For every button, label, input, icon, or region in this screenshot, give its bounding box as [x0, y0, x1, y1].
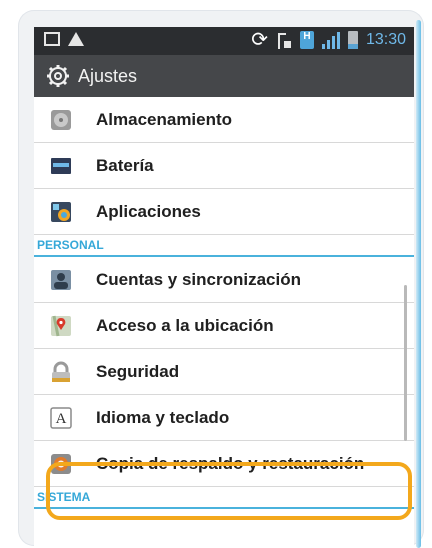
- settings-item-security[interactable]: Seguridad: [34, 349, 414, 395]
- scrollbar[interactable]: [404, 285, 407, 441]
- network-h-icon: H: [299, 31, 314, 49]
- gear-icon: [47, 65, 69, 87]
- phone-signal-icon: [276, 31, 292, 49]
- location-icon: [51, 315, 71, 337]
- screenshot-icon: [44, 32, 60, 46]
- highlight-outline: [46, 462, 412, 520]
- signal-strength-icon: [321, 31, 340, 49]
- settings-item-location[interactable]: Acceso a la ubicación: [34, 303, 414, 349]
- battery-level-icon: [347, 31, 358, 49]
- settings-item-label: Batería: [96, 156, 154, 175]
- action-bar: Ajustes: [34, 55, 414, 97]
- settings-item-accounts[interactable]: Cuentas y sincronización: [34, 257, 414, 303]
- settings-item-language[interactable]: A Idioma y teclado: [34, 395, 414, 441]
- section-label: PERSONAL: [37, 238, 104, 252]
- svg-text:A: A: [56, 411, 67, 427]
- keyboard-icon: A: [50, 407, 72, 429]
- apps-icon: [51, 202, 71, 222]
- settings-item-label: Almacenamiento: [96, 110, 233, 129]
- battery-icon: [51, 158, 71, 174]
- frame-edge: [416, 20, 421, 548]
- section-header-personal: PERSONAL: [34, 235, 414, 257]
- settings-item-storage[interactable]: Almacenamiento: [34, 97, 414, 143]
- status-bar: ⟳ H 13:30: [34, 27, 414, 55]
- settings-item-label: Seguridad: [96, 362, 180, 381]
- status-clock: 13:30: [365, 31, 406, 48]
- page-title: Ajustes: [78, 65, 138, 86]
- lock-icon: [52, 361, 70, 382]
- sync-icon: ⟳: [251, 29, 268, 51]
- settings-item-label: Aplicaciones: [96, 202, 201, 221]
- settings-item-label: Idioma y teclado: [96, 408, 230, 427]
- settings-item-label: Acceso a la ubicación: [96, 316, 274, 335]
- settings-item-apps[interactable]: Aplicaciones: [34, 189, 414, 235]
- warning-icon: [68, 32, 84, 46]
- accounts-icon: [51, 270, 71, 290]
- storage-icon: [51, 110, 71, 130]
- settings-item-battery[interactable]: Batería: [34, 143, 414, 189]
- settings-item-label: Cuentas y sincronización: [96, 270, 301, 289]
